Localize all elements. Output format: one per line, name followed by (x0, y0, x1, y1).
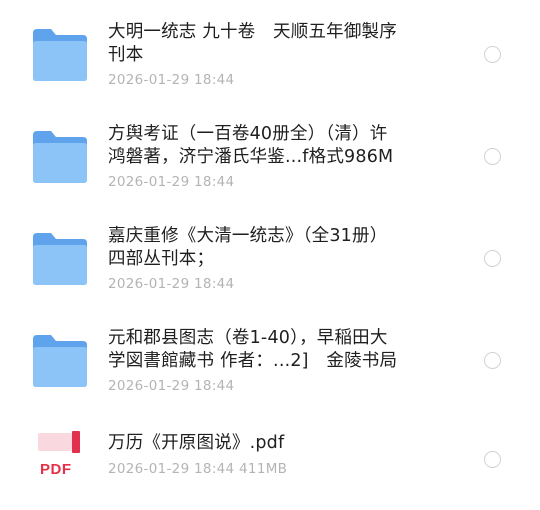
select-checkbox[interactable] (484, 352, 501, 369)
item-name-line-1: 大明一统志 九十卷 天顺五年御製序 (108, 22, 397, 42)
item-timestamp: 2026-01-29 18:44 (108, 174, 235, 190)
item-name-line-2: 学図書館藏书 作者：...2] 金陵书局 (108, 351, 398, 371)
item-name-line-1: 嘉庆重修《大清一统志》（全31册） (108, 226, 388, 246)
item-timestamp: 2026-01-29 18:44 (108, 72, 235, 88)
item-name-line-2: 刊本 (108, 45, 144, 65)
file-list: 大明一统志 九十卷 天顺五年御製序 刊本 2026-01-29 18:44 方舆… (0, 0, 540, 508)
list-item[interactable]: 大明一统志 九十卷 天顺五年御製序 刊本 2026-01-29 18:44 (0, 0, 540, 102)
item-name-line-1: 元和郡县图志（卷1-40），早稲田大 (108, 328, 388, 348)
list-item[interactable]: 嘉庆重修《大清一统志》（全31册） 四部丛刊本； 2026-01-29 18:4… (0, 204, 540, 306)
folder-icon (33, 335, 87, 387)
list-item[interactable]: PDF 万历《开原图说》.pdf 2026-01-29 18:44 411MB (0, 408, 540, 510)
folder-icon (33, 233, 87, 285)
item-name-line-2: 鸿磐著，济宁潘氏华鉴...f格式986M (108, 147, 394, 167)
folder-icon (33, 131, 87, 183)
pdf-icon-label: PDF (40, 461, 72, 478)
item-name-line-2: 四部丛刊本； (108, 249, 215, 269)
pdf-band (38, 433, 72, 451)
list-item[interactable]: 方舆考证（一百卷40册全）（清）许 鸿磐著，济宁潘氏华鉴...f格式986M 2… (0, 102, 540, 204)
item-name-line-1: 方舆考证（一百卷40册全）（清）许 (108, 124, 388, 144)
list-item[interactable]: 元和郡县图志（卷1-40），早稲田大 学図書館藏书 作者：...2] 金陵书局 … (0, 306, 540, 408)
item-timestamp: 2026-01-29 18:44 (108, 276, 235, 292)
item-timestamp-size: 2026-01-29 18:44 411MB (108, 461, 288, 477)
select-checkbox[interactable] (484, 250, 501, 267)
pdf-file-icon: PDF (34, 429, 88, 481)
pdf-fold (72, 431, 80, 453)
select-checkbox[interactable] (484, 148, 501, 165)
folder-icon (33, 29, 87, 81)
item-name-line-1: 万历《开原图说》.pdf (108, 433, 285, 453)
select-checkbox[interactable] (484, 46, 501, 63)
item-timestamp: 2026-01-29 18:44 (108, 378, 235, 394)
select-checkbox[interactable] (484, 451, 501, 468)
